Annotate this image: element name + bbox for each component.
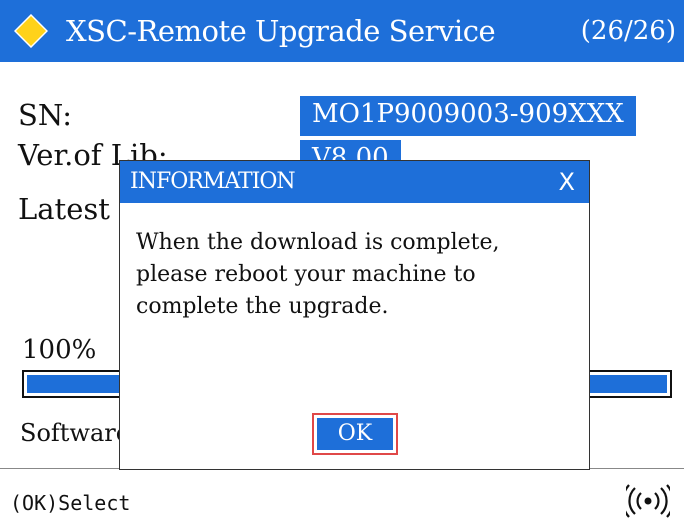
yellow-diamond-icon (14, 14, 48, 48)
footer-hint: (OK)Select (10, 491, 131, 515)
information-dialog: INFORMATION X When the download is compl… (119, 160, 590, 470)
app-title: XSC-Remote Upgrade Service (66, 14, 496, 48)
dialog-header: INFORMATION X (120, 161, 589, 203)
sn-value: MO1P9009003-909XXX (300, 96, 636, 136)
wireless-signal-icon (626, 484, 670, 518)
upgrade-screen: XSC-Remote Upgrade Service (26/26) SN: M… (0, 0, 684, 530)
dialog-message-line: When the download is complete, (136, 230, 500, 255)
progress-percent: 100% (22, 335, 97, 365)
dialog-close-button[interactable]: X (559, 164, 575, 200)
dialog-message-line: complete the upgrade. (136, 294, 389, 319)
page-counter: (26/26) (580, 16, 676, 46)
ok-button-focus-frame: OK (312, 413, 398, 455)
title-bar: XSC-Remote Upgrade Service (26/26) (0, 0, 684, 62)
dialog-title: INFORMATION (130, 169, 296, 194)
dialog-message: When the download is complete, please re… (136, 227, 576, 323)
ok-button[interactable]: OK (317, 418, 393, 450)
status-label: Software (20, 419, 130, 447)
sn-label: SN: (18, 98, 72, 132)
dialog-message-line: please reboot your machine to (136, 262, 476, 287)
latest-label: Latest (18, 192, 110, 226)
